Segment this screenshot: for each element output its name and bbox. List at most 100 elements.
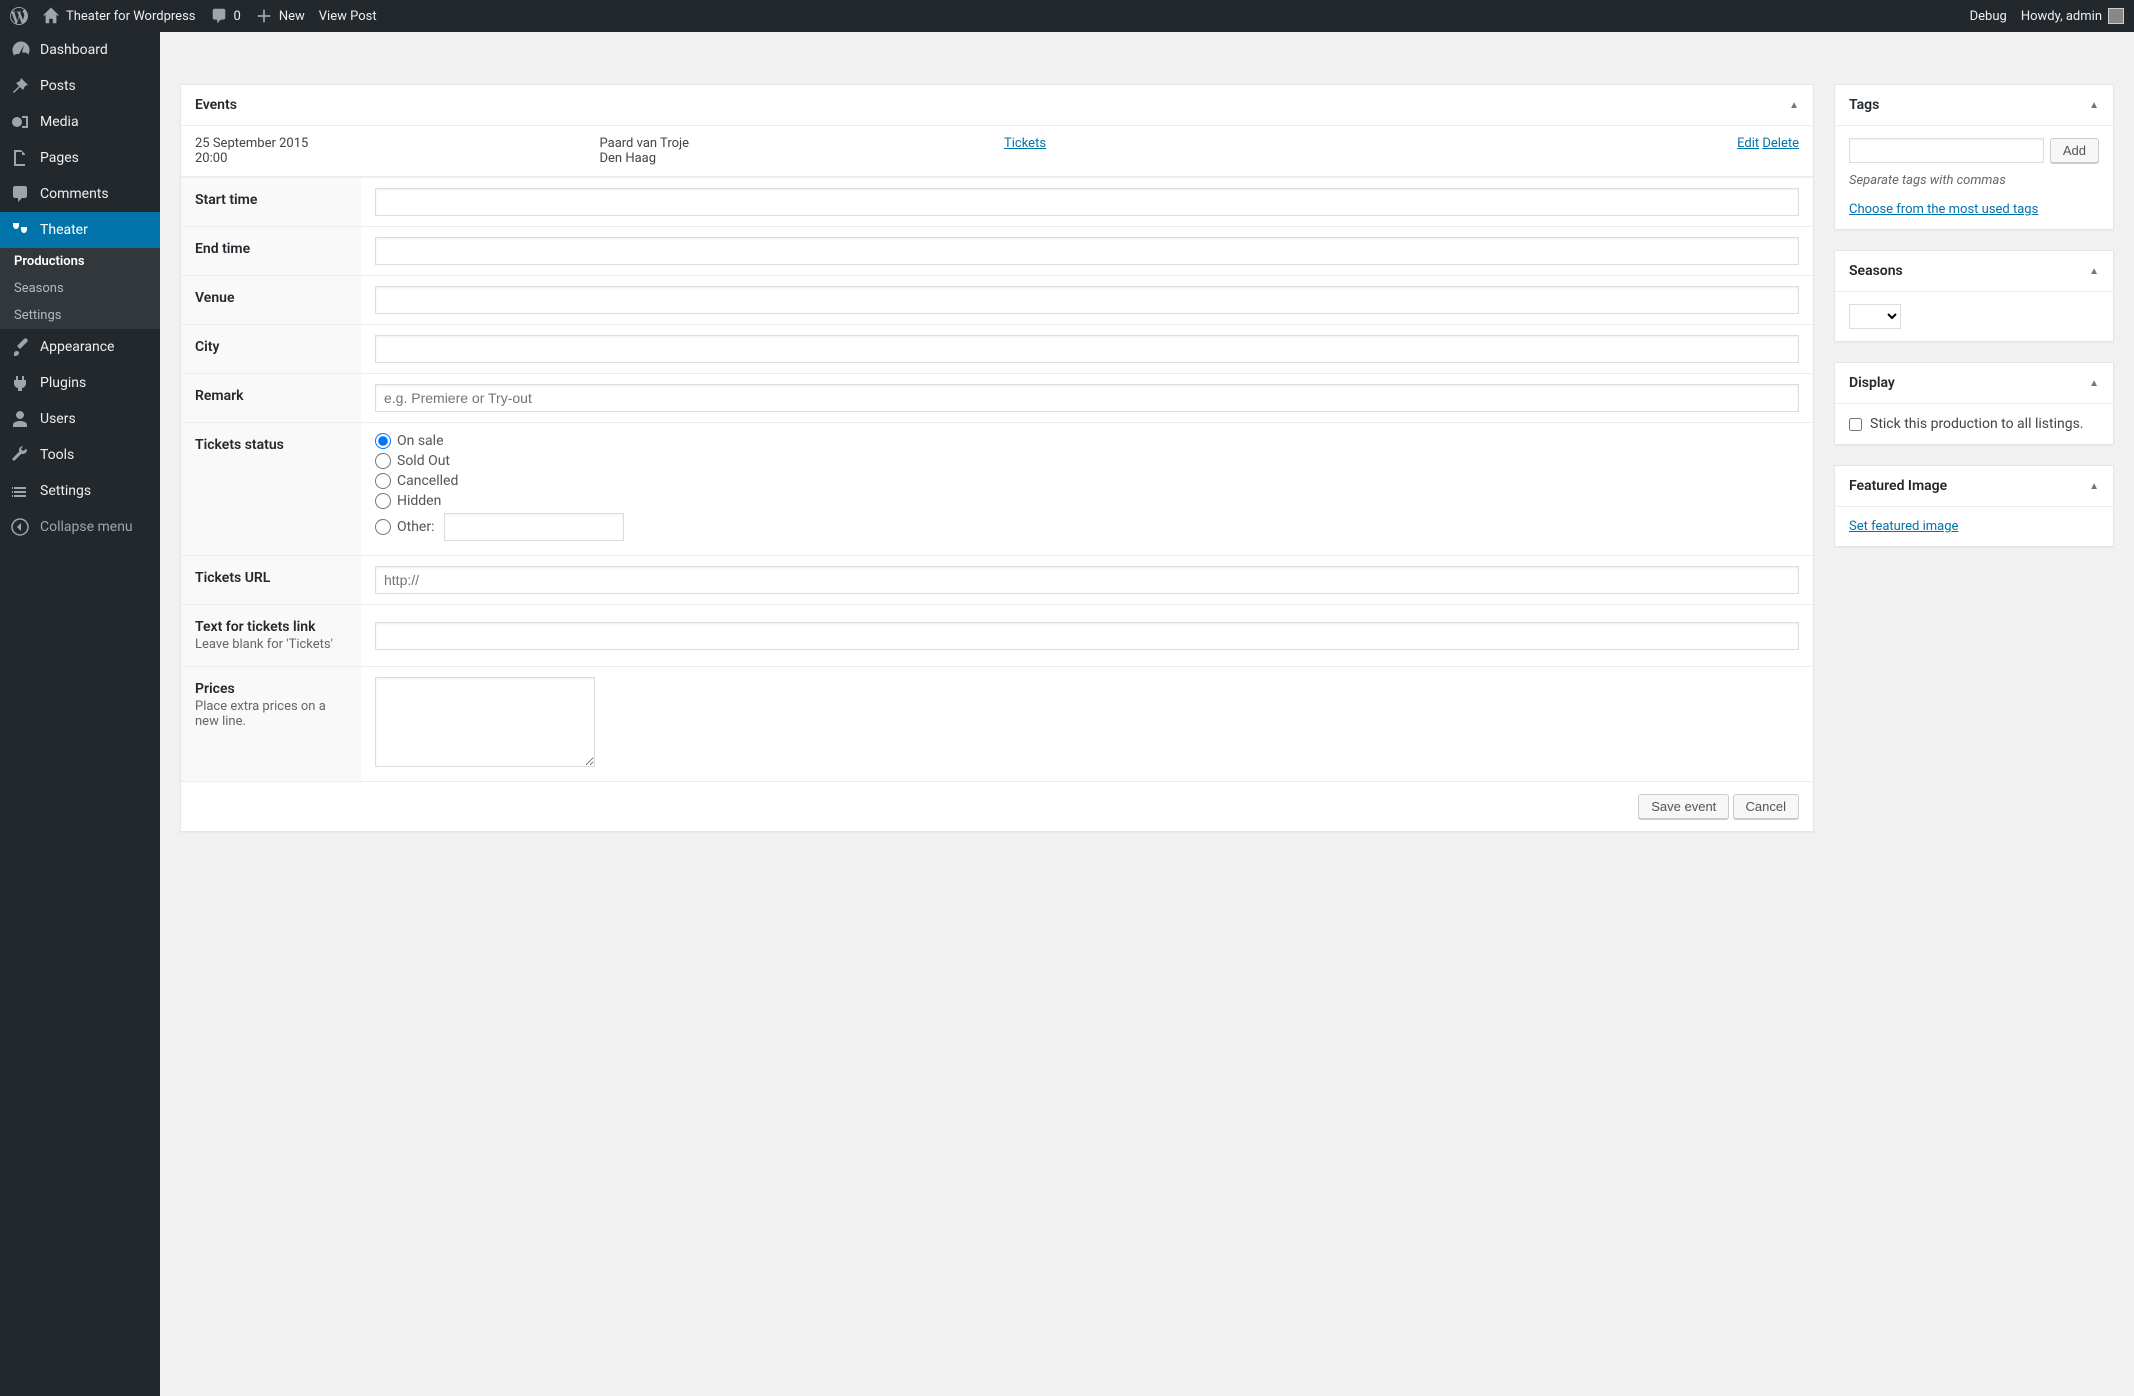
sidebar-item-label: Comments (40, 186, 109, 202)
featured-title: Featured Image (1849, 478, 1947, 494)
comment-icon (210, 7, 228, 25)
collapse-icon (10, 517, 30, 537)
sidebar-item-dashboard[interactable]: Dashboard (0, 32, 160, 68)
plus-icon (255, 7, 273, 25)
site-name-label: Theater for Wordpress (66, 9, 196, 24)
debug-link[interactable]: Debug (1970, 9, 2007, 24)
seasons-metabox: Seasons ▲ (1834, 250, 2114, 342)
sidebar-item-tools[interactable]: Tools (0, 437, 160, 473)
choose-tags-link[interactable]: Choose from the most used tags (1849, 202, 2038, 217)
text-link-label-cell: Text for tickets link Leave blank for 'T… (181, 605, 361, 667)
status-hidden-radio[interactable] (375, 493, 391, 509)
toggle-icon[interactable]: ▲ (1789, 100, 1799, 111)
events-title: Events (195, 97, 237, 113)
event-form-table: Start time End time Venue City Remark (181, 177, 1813, 781)
avatar (2108, 8, 2124, 24)
toggle-icon[interactable]: ▲ (2089, 481, 2099, 492)
stick-checkbox[interactable] (1849, 418, 1862, 431)
featured-image-metabox: Featured Image ▲ Set featured image (1834, 465, 2114, 547)
user-icon (10, 409, 30, 429)
sidebar-item-appearance[interactable]: Appearance (0, 329, 160, 365)
status-onsale-label: On sale (397, 433, 444, 449)
tickets-url-input[interactable] (375, 566, 1799, 594)
add-tag-button[interactable]: Add (2050, 138, 2099, 163)
venue-input[interactable] (375, 286, 1799, 314)
tickets-url-label: Tickets URL (181, 556, 361, 605)
event-venue: Paard van Troje (600, 136, 991, 151)
site-name-link[interactable]: Theater for Wordpress (42, 7, 196, 25)
sidebar-item-label: Dashboard (40, 42, 108, 58)
event-city: Den Haag (600, 151, 991, 166)
status-soldout-label: Sold Out (397, 453, 450, 469)
status-hidden-label: Hidden (397, 493, 441, 509)
toggle-icon[interactable]: ▲ (2089, 266, 2099, 277)
end-time-input[interactable] (375, 237, 1799, 265)
sidebar-item-pages[interactable]: Pages (0, 140, 160, 176)
sidebar-subitem-settings[interactable]: Settings (0, 302, 160, 329)
sidebar-item-media[interactable]: Media (0, 104, 160, 140)
edit-link[interactable]: Edit (1737, 136, 1759, 151)
comments-count: 0 (234, 9, 241, 24)
city-label: City (181, 325, 361, 374)
delete-link[interactable]: Delete (1762, 136, 1799, 151)
sidebar-item-users[interactable]: Users (0, 401, 160, 437)
my-account-link[interactable]: Howdy, admin (2021, 8, 2124, 24)
toggle-icon[interactable]: ▲ (2089, 378, 2099, 389)
sidebar-submenu-theater: Productions Seasons Settings (0, 248, 160, 329)
seasons-select[interactable] (1849, 304, 1901, 329)
sidebar-item-theater[interactable]: Theater (0, 212, 160, 248)
stick-label: Stick this production to all listings. (1870, 416, 2083, 432)
sidebar-item-settings[interactable]: Settings (0, 473, 160, 509)
sidebar-item-label: Settings (40, 483, 91, 499)
end-time-label: End time (181, 227, 361, 276)
event-date: 25 September 2015 (195, 136, 586, 151)
comment-icon (10, 184, 30, 204)
new-content-link[interactable]: New (255, 7, 305, 25)
sidebar-collapse[interactable]: Collapse menu (0, 509, 160, 545)
save-event-button[interactable]: Save event (1638, 794, 1729, 819)
text-link-label: Text for tickets link (195, 619, 315, 635)
status-cancelled-radio[interactable] (375, 473, 391, 489)
tickets-link[interactable]: Tickets (1004, 136, 1046, 151)
prices-input[interactable] (375, 677, 595, 767)
wordpress-logo-icon[interactable] (10, 7, 28, 25)
sidebar-item-plugins[interactable]: Plugins (0, 365, 160, 401)
plugin-icon (10, 373, 30, 393)
display-metabox: Display ▲ Stick this production to all l… (1834, 362, 2114, 445)
status-onsale-radio[interactable] (375, 433, 391, 449)
status-cancelled-label: Cancelled (397, 473, 458, 489)
view-post-link[interactable]: View Post (319, 9, 377, 24)
venue-label: Venue (181, 276, 361, 325)
page-icon (10, 148, 30, 168)
sidebar-item-comments[interactable]: Comments (0, 176, 160, 212)
event-time: 20:00 (195, 151, 586, 166)
status-other-input[interactable] (444, 513, 624, 541)
prices-label: Prices (195, 681, 235, 697)
tags-metabox: Tags ▲ Add Separate tags with commas Cho… (1834, 84, 2114, 230)
status-other-radio[interactable] (375, 519, 391, 535)
sidebar-item-posts[interactable]: Posts (0, 68, 160, 104)
sidebar-item-label: Users (40, 411, 76, 427)
start-time-input[interactable] (375, 188, 1799, 216)
sidebar-item-label: Theater (40, 222, 88, 238)
event-row: 25 September 2015 20:00 Paard van Troje … (181, 126, 1813, 177)
set-featured-image-link[interactable]: Set featured image (1849, 519, 1958, 534)
sidebar-subitem-productions[interactable]: Productions (0, 248, 160, 275)
howdy-label: Howdy, admin (2021, 9, 2102, 24)
wrench-icon (10, 445, 30, 465)
settings-icon (10, 481, 30, 501)
tags-title: Tags (1849, 97, 1879, 113)
prices-desc: Place extra prices on a new line. (195, 699, 347, 729)
remark-label: Remark (181, 374, 361, 423)
cancel-button[interactable]: Cancel (1733, 794, 1799, 819)
text-link-input[interactable] (375, 622, 1799, 650)
start-time-label: Start time (181, 178, 361, 227)
city-input[interactable] (375, 335, 1799, 363)
sidebar-subitem-seasons[interactable]: Seasons (0, 275, 160, 302)
tags-input[interactable] (1849, 138, 2044, 163)
status-soldout-radio[interactable] (375, 453, 391, 469)
comments-link[interactable]: 0 (210, 7, 241, 25)
remark-input[interactable] (375, 384, 1799, 412)
toggle-icon[interactable]: ▲ (2089, 100, 2099, 111)
home-icon (42, 7, 60, 25)
